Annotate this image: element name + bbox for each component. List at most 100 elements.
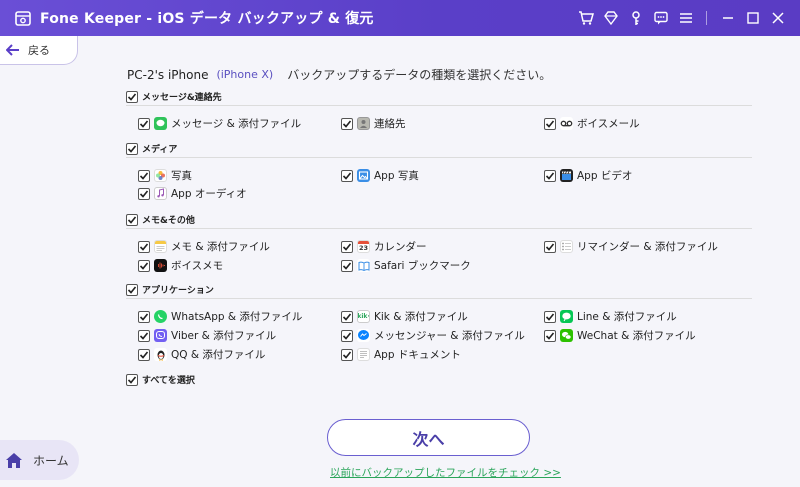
checkbox-checked[interactable] bbox=[544, 240, 556, 253]
item-app-photos[interactable]: App 写真 bbox=[341, 168, 419, 183]
page-header: PC-2's iPhone (iPhone X) バックアップするデータの種類を… bbox=[127, 66, 551, 83]
photos-icon bbox=[154, 169, 167, 182]
item-label: App ビデオ bbox=[577, 170, 633, 182]
item-kik[interactable]: kik· Kik & 添付ファイル bbox=[341, 309, 468, 324]
item-label: メッセージ & 添付ファイル bbox=[171, 118, 302, 130]
item-app-audio[interactable]: App オーディオ bbox=[138, 186, 247, 201]
checkbox-checked[interactable] bbox=[341, 117, 353, 130]
checkbox-checked[interactable] bbox=[126, 213, 138, 226]
maximize-icon[interactable] bbox=[741, 6, 765, 30]
checkbox-checked[interactable] bbox=[341, 240, 353, 253]
category-label: メディア bbox=[142, 145, 178, 155]
item-label: 写真 bbox=[171, 170, 192, 182]
category-divider bbox=[126, 298, 752, 299]
item-calendar[interactable]: 23 カレンダー bbox=[341, 239, 427, 254]
item-photos[interactable]: 写真 bbox=[138, 168, 192, 183]
category-label: メモ&その他 bbox=[142, 216, 195, 226]
item-app-video[interactable]: App ビデオ bbox=[544, 168, 632, 183]
wechat-icon bbox=[560, 329, 573, 342]
title-bar: Fone Keeper - iOS データ バックアップ & 復元 bbox=[0, 0, 800, 36]
instruction-text: バックアップするデータの種類を選択ください。 bbox=[287, 68, 552, 82]
checkbox-checked[interactable] bbox=[341, 329, 353, 342]
item-label: Kik & 添付ファイル bbox=[374, 311, 468, 323]
item-label: メッセンジャー & 添付ファイル bbox=[374, 330, 525, 342]
voice-memos-icon bbox=[154, 259, 167, 272]
close-icon[interactable] bbox=[766, 6, 790, 30]
item-label: カレンダー bbox=[374, 241, 427, 253]
item-line[interactable]: Line & 添付ファイル bbox=[544, 309, 677, 324]
item-qq[interactable]: QQ & 添付ファイル bbox=[138, 347, 265, 362]
item-messenger[interactable]: メッセンジャー & 添付ファイル bbox=[341, 328, 525, 343]
item-messages-attachments[interactable]: メッセージ & 添付ファイル bbox=[138, 116, 301, 131]
back-button-label: 戻る bbox=[28, 44, 50, 57]
whatsapp-icon bbox=[154, 310, 167, 323]
checkbox-checked[interactable] bbox=[126, 283, 138, 296]
category-memos-checkbox[interactable]: メモ&その他 bbox=[126, 213, 195, 226]
checkbox-checked[interactable] bbox=[138, 240, 150, 253]
check-previous-backup-link[interactable]: 以前にバックアップしたファイルをチェック >> bbox=[330, 465, 561, 480]
chat-icon[interactable] bbox=[649, 6, 673, 30]
item-safari-bookmarks[interactable]: Safari ブックマーク bbox=[341, 258, 471, 273]
app-logo-icon bbox=[15, 11, 31, 26]
item-label: Line & 添付ファイル bbox=[577, 311, 677, 323]
calendar-icon: 23 bbox=[357, 240, 370, 253]
item-label: App 写真 bbox=[374, 170, 419, 182]
item-label: リマインダー & 添付ファイル bbox=[577, 241, 718, 253]
item-contacts[interactable]: 連絡先 bbox=[341, 116, 406, 131]
checkbox-checked[interactable] bbox=[544, 310, 556, 323]
key-icon[interactable] bbox=[624, 6, 648, 30]
item-reminders-attachments[interactable]: リマインダー & 添付ファイル bbox=[544, 239, 718, 254]
checkbox-checked[interactable] bbox=[341, 348, 353, 361]
cart-icon[interactable] bbox=[574, 6, 598, 30]
diamond-icon[interactable] bbox=[599, 6, 623, 30]
messages-icon bbox=[154, 117, 167, 130]
item-viber[interactable]: Viber & 添付ファイル bbox=[138, 328, 276, 343]
checkbox-checked[interactable] bbox=[341, 310, 353, 323]
checkbox-checked[interactable] bbox=[138, 329, 150, 342]
minimize-icon[interactable] bbox=[716, 6, 740, 30]
item-label: メモ & 添付ファイル bbox=[171, 241, 270, 253]
item-label: Safari ブックマーク bbox=[374, 260, 471, 272]
checkbox-checked[interactable] bbox=[544, 169, 556, 182]
checkbox-checked[interactable] bbox=[544, 117, 556, 130]
category-media-checkbox[interactable]: メディア bbox=[126, 142, 177, 155]
qq-penguin-icon bbox=[154, 348, 167, 361]
checkbox-checked[interactable] bbox=[138, 310, 150, 323]
category-messages-checkbox[interactable]: メッセージ&連絡先 bbox=[126, 90, 222, 103]
checkbox-checked[interactable] bbox=[126, 373, 138, 386]
viber-icon bbox=[154, 329, 167, 342]
item-label: App オーディオ bbox=[171, 188, 247, 200]
home-button[interactable]: ホーム bbox=[0, 440, 79, 480]
item-whatsapp[interactable]: WhatsApp & 添付ファイル bbox=[138, 309, 302, 324]
select-all-checkbox[interactable]: すべてを選択 bbox=[126, 373, 195, 386]
item-app-documents[interactable]: App ドキュメント bbox=[341, 347, 461, 362]
device-model: (iPhone X) bbox=[216, 68, 274, 81]
menu-icon[interactable] bbox=[674, 6, 698, 30]
checkbox-checked[interactable] bbox=[138, 259, 150, 272]
notes-icon bbox=[154, 240, 167, 253]
item-voice-memos[interactable]: ボイスメモ bbox=[138, 258, 223, 273]
checkbox-checked[interactable] bbox=[138, 169, 150, 182]
calendar-icon-day: 23 bbox=[358, 244, 369, 252]
item-voicemail[interactable]: ボイスメール bbox=[544, 116, 640, 131]
category-apps-checkbox[interactable]: アプリケーション bbox=[126, 283, 214, 296]
item-label: ボイスメモ bbox=[171, 260, 224, 272]
app-video-icon bbox=[560, 169, 573, 182]
back-button[interactable]: 戻る bbox=[0, 36, 78, 65]
category-divider bbox=[126, 157, 752, 158]
item-notes-attachments[interactable]: メモ & 添付ファイル bbox=[138, 239, 270, 254]
checkbox-checked[interactable] bbox=[126, 142, 138, 155]
checkbox-checked[interactable] bbox=[138, 348, 150, 361]
checkbox-checked[interactable] bbox=[126, 90, 138, 103]
next-button[interactable]: 次へ bbox=[327, 419, 530, 456]
checkbox-checked[interactable] bbox=[341, 169, 353, 182]
checkbox-checked[interactable] bbox=[341, 259, 353, 272]
item-label: Viber & 添付ファイル bbox=[171, 330, 277, 342]
item-wechat[interactable]: WeChat & 添付ファイル bbox=[544, 328, 696, 343]
category-label: アプリケーション bbox=[142, 286, 214, 296]
checkbox-checked[interactable] bbox=[544, 329, 556, 342]
device-name: PC-2's iPhone bbox=[127, 67, 209, 82]
checkbox-checked[interactable] bbox=[138, 187, 150, 200]
category-divider bbox=[126, 105, 752, 106]
checkbox-checked[interactable] bbox=[138, 117, 150, 130]
